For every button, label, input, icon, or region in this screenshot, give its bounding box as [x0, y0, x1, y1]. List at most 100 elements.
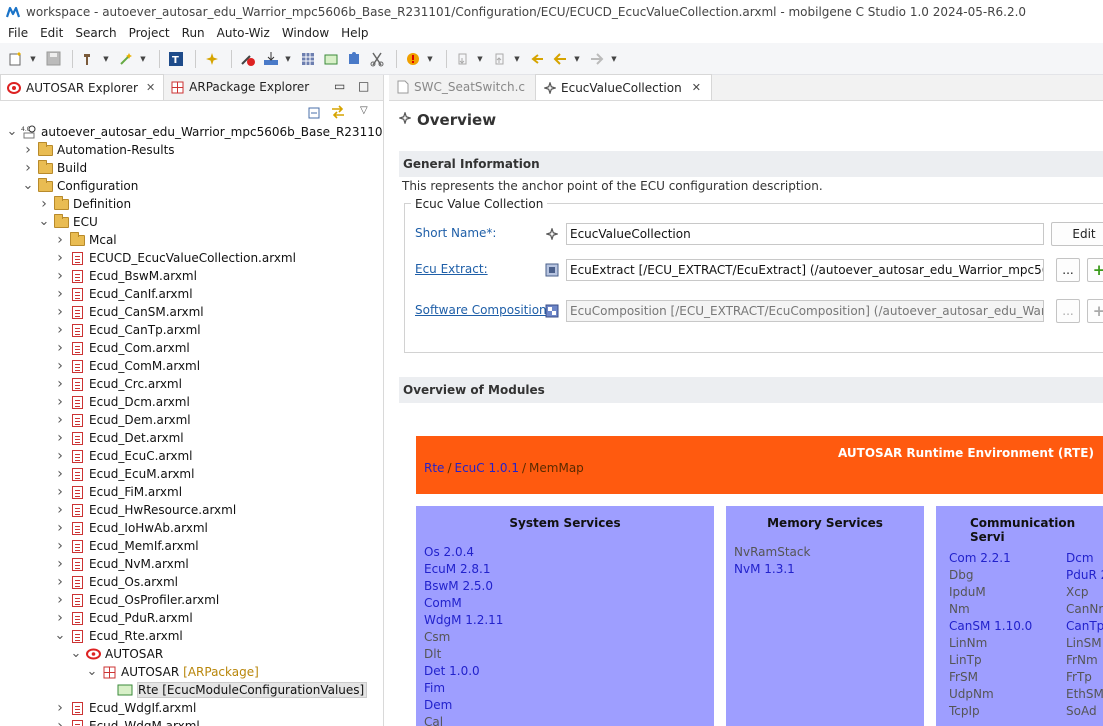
tree-item[interactable]: › Ecud_OsProfiler.arxml	[54, 591, 219, 609]
tab-autosar-explorer[interactable]: AUTOSAR Explorer ✕	[0, 74, 165, 100]
tree-item[interactable]: › Ecud_Crc.arxml	[54, 375, 182, 393]
last-edit-location-icon[interactable]	[527, 49, 547, 69]
back-arrow-icon[interactable]	[550, 49, 570, 69]
collapsed-chevron-icon[interactable]: ›	[22, 160, 34, 176]
minimize-view-icon[interactable]: ▭	[334, 79, 345, 93]
expanded-chevron-icon[interactable]: ⌄	[54, 629, 66, 642]
ecu-extract-add-button[interactable]: +	[1087, 258, 1103, 282]
module-link[interactable]: BswM 2.5.0	[424, 579, 493, 593]
menu-item-auto-wiz[interactable]: Auto-Wiz	[211, 26, 276, 40]
tree-item[interactable]: Rte [EcucModuleConfigurationValues]	[102, 681, 368, 699]
tree-item[interactable]: › Ecud_Dcm.arxml	[54, 393, 190, 411]
previous-annotation-icon[interactable]	[490, 49, 510, 69]
import-dropdown-icon[interactable]: ▼	[284, 49, 292, 69]
save-icon[interactable]	[43, 49, 63, 69]
tree-item[interactable]: › Ecud_MemIf.arxml	[54, 537, 198, 555]
collapsed-chevron-icon[interactable]: ›	[54, 286, 66, 302]
module-link[interactable]: ComM	[424, 596, 462, 610]
collapsed-chevron-icon[interactable]: ›	[54, 250, 66, 266]
expanded-chevron-icon[interactable]: ⌄	[70, 647, 82, 660]
next-annotation-dropdown-icon[interactable]: ▼	[476, 49, 484, 69]
module-link[interactable]: NvM 1.3.1	[734, 562, 795, 576]
close-icon[interactable]: ✕	[692, 81, 701, 94]
tree-item[interactable]: › Ecud_WdgM.arxml	[54, 717, 200, 726]
tree-item[interactable]: › Build	[22, 159, 87, 177]
tree-item[interactable]: › Ecud_FiM.arxml	[54, 483, 182, 501]
module-link[interactable]: Dcm	[1066, 551, 1094, 565]
expanded-chevron-icon[interactable]: ⌄	[86, 665, 98, 678]
tree-item[interactable]: › Definition	[38, 195, 131, 213]
view-menu-icon[interactable]: ▽	[360, 105, 368, 116]
tree-item[interactable]: › Ecud_Det.arxml	[54, 429, 183, 447]
menu-item-search[interactable]: Search	[69, 26, 122, 40]
collapsed-chevron-icon[interactable]: ›	[54, 304, 66, 320]
tree-item[interactable]: ⌄ AUTOSAR [ARPackage]	[86, 663, 259, 681]
tree-item[interactable]: › Ecud_Os.arxml	[54, 573, 178, 591]
debug-icon[interactable]	[403, 49, 423, 69]
collapsed-chevron-icon[interactable]: ›	[54, 466, 66, 482]
forward-dropdown-icon[interactable]: ▼	[610, 49, 618, 69]
collapsed-chevron-icon[interactable]: ›	[54, 448, 66, 464]
terminal-icon[interactable]: T	[166, 49, 186, 69]
menu-item-file[interactable]: File	[2, 26, 34, 40]
build-hammer-icon[interactable]	[79, 49, 99, 69]
previous-annotation-dropdown-icon[interactable]: ▼	[513, 49, 521, 69]
collapsed-chevron-icon[interactable]: ›	[54, 322, 66, 338]
collapsed-chevron-icon[interactable]: ›	[38, 196, 50, 212]
import-icon[interactable]	[261, 49, 281, 69]
collapsed-chevron-icon[interactable]: ›	[54, 340, 66, 356]
grid-icon[interactable]	[298, 49, 318, 69]
menu-item-edit[interactable]: Edit	[34, 26, 69, 40]
collapse-all-icon[interactable]	[308, 105, 322, 122]
menu-item-window[interactable]: Window	[276, 26, 335, 40]
collapsed-chevron-icon[interactable]: ›	[54, 502, 66, 518]
back-dropdown-icon[interactable]: ▼	[573, 49, 581, 69]
new-icon[interactable]	[6, 49, 26, 69]
collapsed-chevron-icon[interactable]: ›	[54, 376, 66, 392]
tab-ecucvaluecollection[interactable]: EcucValueCollection ✕	[535, 74, 712, 100]
tree-item[interactable]: › Ecud_PduR.arxml	[54, 609, 193, 627]
tree-item[interactable]: ⌄ Configuration	[22, 177, 138, 195]
collapsed-chevron-icon[interactable]: ›	[54, 520, 66, 536]
menu-item-help[interactable]: Help	[335, 26, 374, 40]
tree-item[interactable]: › Ecud_Dem.arxml	[54, 411, 190, 429]
collapsed-chevron-icon[interactable]: ›	[54, 538, 66, 554]
tree-item[interactable]: › Mcal	[54, 231, 117, 249]
collapsed-chevron-icon[interactable]: ›	[54, 232, 66, 248]
tree-item[interactable]: › Automation-Results	[22, 141, 175, 159]
debug-dropdown-icon[interactable]: ▼	[426, 49, 434, 69]
tree-item[interactable]: › Ecud_HwResource.arxml	[54, 501, 236, 519]
collapsed-chevron-icon[interactable]: ›	[54, 484, 66, 500]
tree-item[interactable]: › Ecud_Com.arxml	[54, 339, 190, 357]
collapsed-chevron-icon[interactable]: ›	[22, 142, 34, 158]
validate-icon[interactable]	[238, 49, 258, 69]
tree-item[interactable]: ⌄ AUTOSAR	[70, 645, 164, 663]
module-link[interactable]: Fim	[424, 681, 445, 695]
link-with-editor-icon[interactable]	[330, 105, 346, 122]
puzzle-icon[interactable]	[344, 49, 364, 69]
edit-button[interactable]: Edit	[1051, 222, 1103, 246]
tab-arpackage-explorer[interactable]: ARPackage Explorer	[164, 74, 317, 100]
collapsed-chevron-icon[interactable]: ›	[54, 610, 66, 626]
tab-swc-seatswitch[interactable]: SWC_SeatSwitch.c	[389, 74, 535, 100]
collapsed-chevron-icon[interactable]: ›	[54, 700, 66, 716]
collapsed-chevron-icon[interactable]: ›	[54, 574, 66, 590]
generate-wand-icon[interactable]	[116, 49, 136, 69]
software-composition-link[interactable]: Software Composition:	[415, 303, 551, 317]
tree-item[interactable]: › Ecud_NvM.arxml	[54, 555, 189, 573]
generate-dropdown-icon[interactable]: ▼	[139, 49, 147, 69]
expanded-chevron-icon[interactable]: ⌄	[6, 125, 18, 138]
rte-module-link[interactable]: EcuC 1.0.1	[454, 461, 519, 475]
build-dropdown-icon[interactable]: ▼	[102, 49, 110, 69]
next-annotation-icon[interactable]	[453, 49, 473, 69]
module-link[interactable]: PduR 2	[1066, 568, 1103, 582]
module-link[interactable]: CanTp	[1066, 619, 1103, 633]
menu-item-project[interactable]: Project	[123, 26, 176, 40]
cut-icon[interactable]	[367, 49, 387, 69]
module-link[interactable]: Os 2.0.4	[424, 545, 474, 559]
ecu-extract-browse-button[interactable]: ...	[1056, 258, 1080, 282]
collapsed-chevron-icon[interactable]: ›	[54, 268, 66, 284]
short-name-input[interactable]: EcucValueCollection	[566, 223, 1044, 245]
module-link[interactable]: Com 2.2.1	[949, 551, 1011, 565]
module-link[interactable]: Dem	[424, 698, 452, 712]
